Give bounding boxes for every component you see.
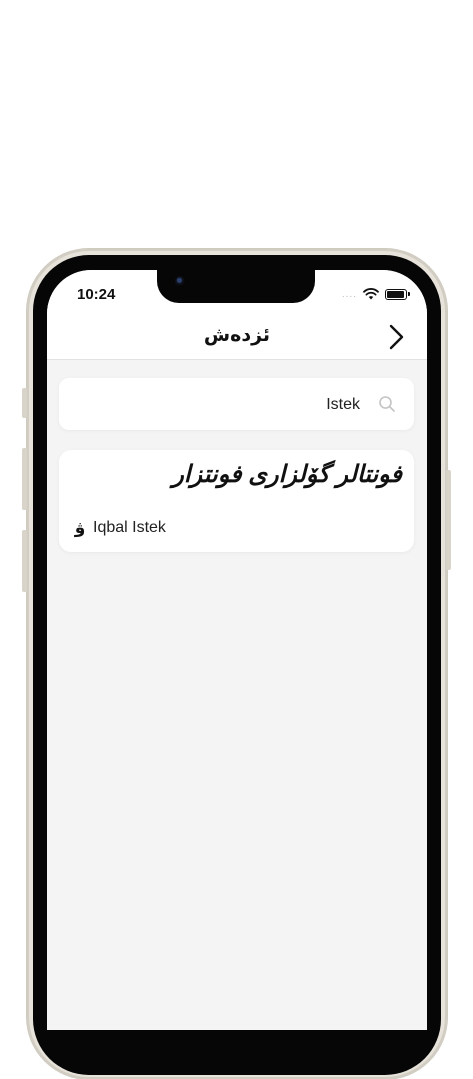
wifi-icon bbox=[363, 288, 379, 300]
mute-switch bbox=[22, 388, 27, 418]
camera-icon bbox=[175, 276, 186, 287]
volume-down-button bbox=[22, 530, 27, 592]
notch bbox=[157, 270, 315, 303]
chevron-right-icon[interactable] bbox=[387, 324, 405, 350]
status-bar: 10:24 .... bbox=[47, 270, 427, 316]
font-name-row: ۋ Iqbal Istek bbox=[73, 518, 166, 538]
font-preview-text: فونتالر گۆلزاری فونتزار bbox=[172, 461, 402, 488]
volume-up-button bbox=[22, 448, 27, 510]
search-icon bbox=[379, 396, 395, 412]
page-title: ئزدەش bbox=[203, 325, 271, 346]
navigation-bar: ئزدەش bbox=[47, 316, 427, 360]
status-time: 10:24 bbox=[77, 286, 116, 303]
app-screen: 10:24 .... ئزدەش فونتالر گۆلزاری فونتزار bbox=[47, 270, 427, 1030]
signal-icon: .... bbox=[341, 288, 357, 300]
font-name-label: Iqbal Istek bbox=[93, 519, 166, 536]
power-button bbox=[446, 470, 451, 570]
font-glyph-icon: ۋ bbox=[74, 518, 86, 537]
font-result-card[interactable]: فونتالر گۆلزاری فونتزار ۋ Iqbal Istek bbox=[59, 450, 414, 552]
search-input[interactable] bbox=[158, 395, 362, 415]
search-bar[interactable] bbox=[59, 378, 414, 430]
status-icons: .... bbox=[341, 288, 410, 300]
battery-icon bbox=[385, 288, 410, 300]
